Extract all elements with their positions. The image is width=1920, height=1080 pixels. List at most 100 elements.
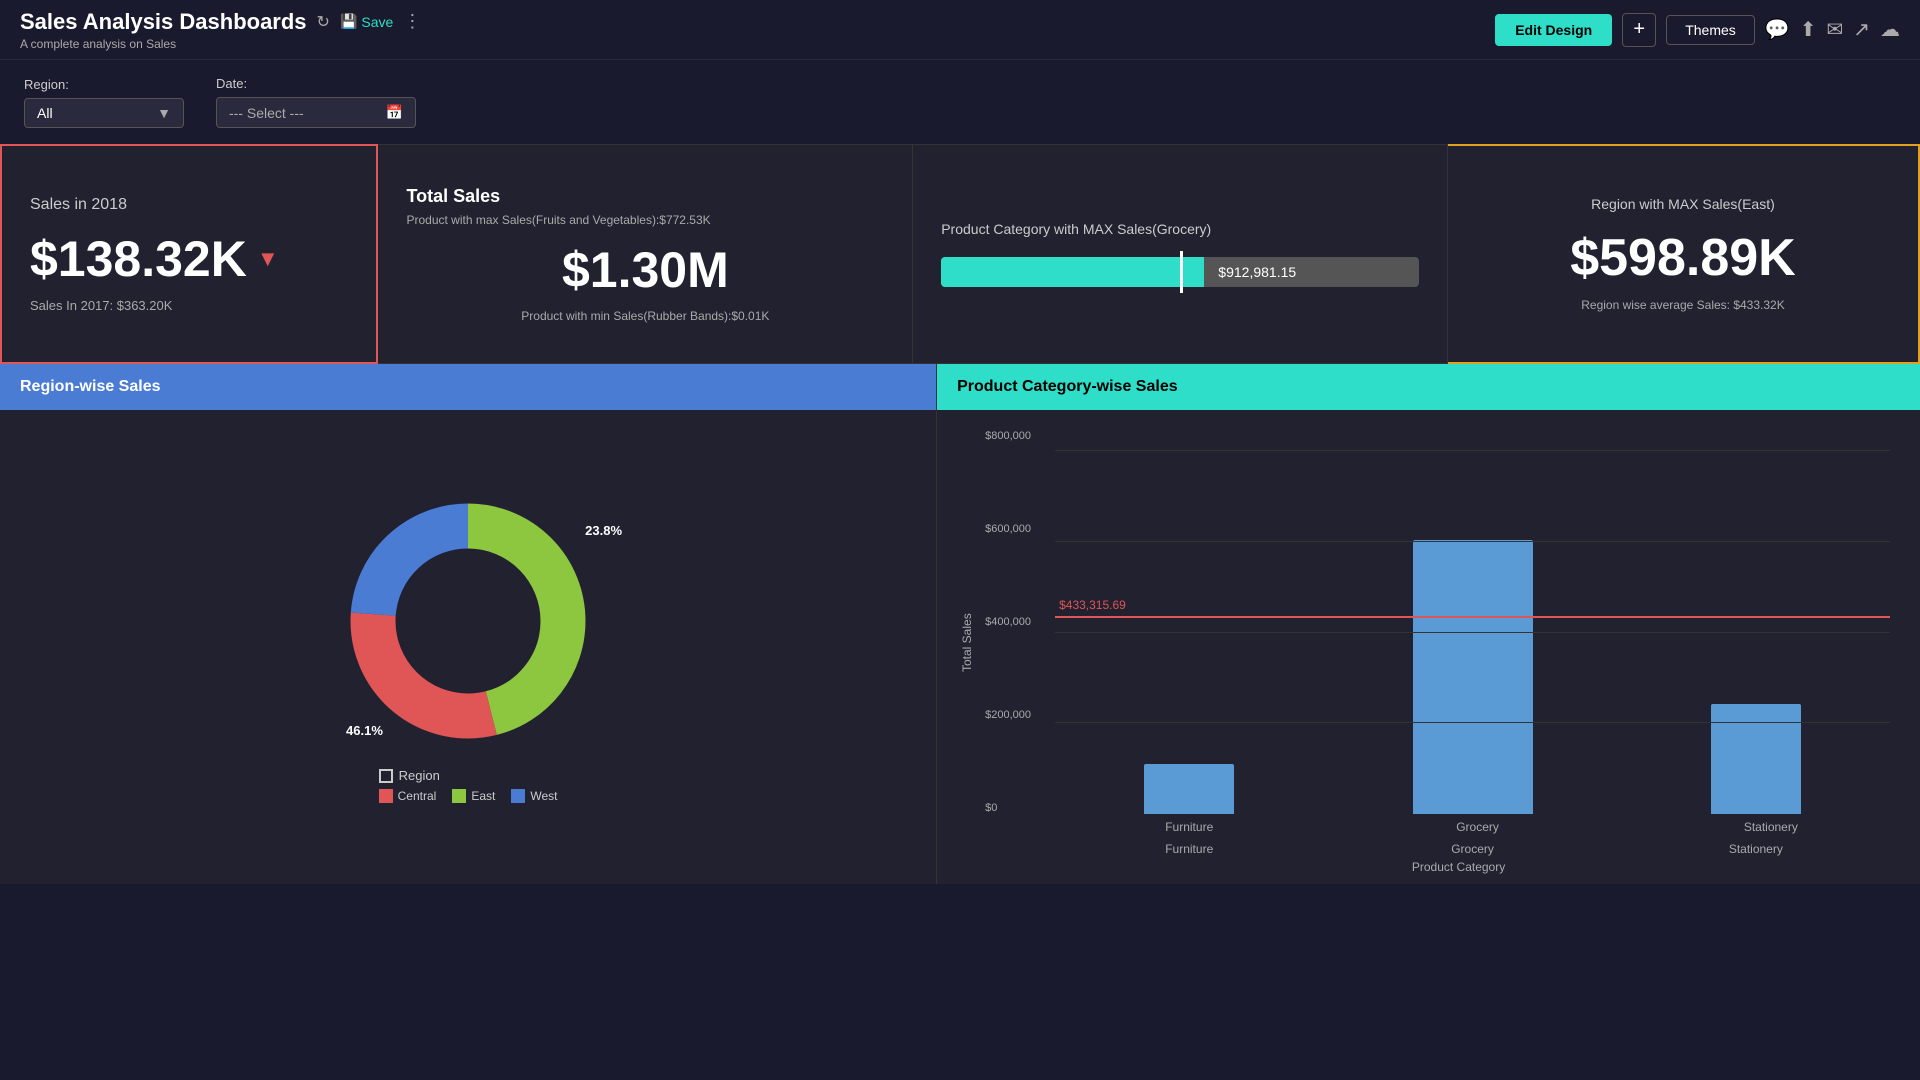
bars-container: $433,315.69 Furniture Grocery — [1055, 430, 1890, 838]
grid-line-800k — [1055, 450, 1890, 451]
kpi-region-max-sub: Region wise average Sales: $433.32K — [1476, 298, 1890, 312]
kpi-sales-2018-value-row: $138.32K ▼ — [30, 230, 348, 288]
kpi-sales-2018-title: Sales in 2018 — [30, 196, 348, 214]
bar-stationery-group: Stationery — [1711, 704, 1801, 814]
charts-row: Region-wise Sales 23.8% — [0, 364, 1920, 884]
bar-grocery-group: Grocery — [1413, 540, 1533, 814]
gauge-bar-container: $912,981.15 — [941, 257, 1419, 287]
refresh-button[interactable]: ↻ — [317, 12, 330, 32]
themes-button[interactable]: Themes — [1666, 15, 1755, 45]
bar-grocery — [1413, 540, 1533, 814]
donut-svg — [338, 491, 598, 751]
x-label-furniture-text: Furniture — [1144, 842, 1234, 856]
x-label-grocery-text: Grocery — [1413, 842, 1533, 856]
header: Sales Analysis Dashboards ↻ 💾 Save ⋮ A c… — [0, 0, 1920, 60]
chevron-down-icon: ▼ — [157, 105, 171, 121]
legend-central: Central — [379, 789, 437, 803]
kpi-region-max-value: $598.89K — [1476, 228, 1890, 288]
export-button[interactable]: ⬆ — [1800, 17, 1817, 42]
x-label-stationery-text: Stationery — [1711, 842, 1801, 856]
y-label-400k: $400,000 — [985, 616, 1055, 628]
grid-line-600k — [1055, 541, 1890, 542]
avg-line — [1055, 616, 1890, 618]
kpi-total-sales: Total Sales Product with max Sales(Fruit… — [378, 144, 913, 364]
edit-design-button[interactable]: Edit Design — [1495, 14, 1612, 46]
x-axis-labels: Furniture Grocery Stationery — [985, 838, 1890, 856]
save-button[interactable]: 💾 Save — [340, 13, 393, 30]
kpi-sales-2018: Sales in 2018 $138.32K ▼ Sales In 2017: … — [0, 144, 378, 364]
legend-checkbox-icon — [379, 769, 393, 783]
date-label: Date: — [216, 76, 416, 91]
y-labels: $0 $200,000 $400,000 $600,000 $800,000 — [985, 430, 1055, 838]
bar-stationery — [1711, 704, 1801, 814]
region-select[interactable]: All ▼ — [24, 98, 184, 128]
chart-legend: Region Central East West — [379, 768, 558, 803]
bar-furniture-group: Furniture — [1144, 764, 1234, 814]
y-label-600k: $600,000 — [985, 523, 1055, 535]
date-input[interactable]: --- Select --- 📅 — [216, 97, 416, 128]
legend-region-title: Region — [379, 768, 558, 783]
email-button[interactable]: ✉ — [1826, 17, 1843, 42]
share-button[interactable]: ↗ — [1853, 17, 1870, 42]
x-label-stationery: Stationery — [1744, 820, 1798, 834]
y-axis-label: Total Sales — [957, 430, 977, 856]
kpi-total-sales-min: Product with min Sales(Rubber Bands):$0.… — [406, 309, 884, 323]
region-wise-chart-header: Region-wise Sales — [0, 364, 936, 410]
filters-bar: Region: All ▼ Date: --- Select --- 📅 — [0, 60, 1920, 144]
trend-down-icon: ▼ — [257, 246, 279, 272]
gauge-value-label: $912,981.15 — [1218, 264, 1296, 280]
page-title: Sales Analysis Dashboards — [20, 9, 307, 35]
bar-chart-wrapper: Total Sales $0 $200,000 $400,000 $600,00… — [957, 430, 1890, 856]
y-label-200k: $200,000 — [985, 709, 1055, 721]
kpi-total-sales-max: Product with max Sales(Fruits and Vegeta… — [406, 213, 884, 227]
legend-east: East — [452, 789, 495, 803]
calendar-icon: 📅 — [386, 104, 403, 121]
kpi-sales-2018-value: $138.32K — [30, 230, 247, 288]
y-label-0: $0 — [985, 802, 1055, 814]
legend-west-icon — [511, 789, 525, 803]
more-options-button[interactable]: ⋮ — [403, 11, 421, 32]
legend-east-icon — [452, 789, 466, 803]
save-icon: 💾 — [340, 13, 357, 30]
kpi-total-sales-title: Total Sales — [406, 186, 884, 207]
chart-grid: $0 $200,000 $400,000 $600,000 $800,000 — [985, 430, 1890, 838]
kpi-product-category: Product Category with MAX Sales(Grocery)… — [913, 144, 1448, 364]
kpi-total-sales-value: $1.30M — [406, 241, 884, 299]
legend-items-row: Central East West — [379, 789, 558, 803]
kpi-region-max-title: Region with MAX Sales(East) — [1476, 196, 1890, 212]
product-category-chart-header: Product Category-wise Sales — [937, 364, 1920, 410]
product-category-chart-panel: Product Category-wise Sales Total Sales … — [937, 364, 1920, 884]
bar-chart-area: $0 $200,000 $400,000 $600,000 $800,000 — [985, 430, 1890, 856]
header-title-row: Sales Analysis Dashboards ↻ 💾 Save ⋮ — [20, 9, 1495, 35]
legend-central-icon — [379, 789, 393, 803]
avg-line-label: $433,315.69 — [1059, 598, 1126, 612]
region-wise-chart-panel: Region-wise Sales 23.8% — [0, 364, 937, 884]
date-filter-group: Date: --- Select --- 📅 — [216, 76, 416, 128]
donut-chart: 23.8% 46.1% — [338, 491, 598, 756]
header-subtitle: A complete analysis on Sales — [20, 37, 1495, 51]
kpi-row: Sales in 2018 $138.32K ▼ Sales In 2017: … — [0, 144, 1920, 364]
kpi-region-max: Region with MAX Sales(East) $598.89K Reg… — [1448, 144, 1920, 364]
bar-furniture — [1144, 764, 1234, 814]
comment-button[interactable]: 💬 — [1765, 17, 1790, 42]
gauge-bar-marker — [1180, 251, 1183, 293]
kpi-product-category-title: Product Category with MAX Sales(Grocery) — [941, 221, 1419, 237]
donut-label-west: 23.8% — [585, 523, 622, 538]
region-wise-chart-body: 23.8% 46.1% Region Central — [0, 410, 936, 884]
x-label-furniture: Furniture — [1165, 820, 1213, 834]
kpi-sales-2018-sub: Sales In 2017: $363.20K — [30, 298, 348, 313]
title-area: Sales Analysis Dashboards ↻ 💾 Save ⋮ A c… — [20, 9, 1495, 51]
y-label-800k: $800,000 — [985, 430, 1055, 442]
legend-west: West — [511, 789, 557, 803]
grid-line-200k — [1055, 722, 1890, 723]
region-filter-group: Region: All ▼ — [24, 77, 184, 128]
region-label: Region: — [24, 77, 184, 92]
header-actions: Edit Design + Themes 💬 ⬆ ✉ ↗ ☁ — [1495, 13, 1900, 47]
gauge-bar-fill — [941, 257, 1204, 287]
cloud-button[interactable]: ☁ — [1880, 17, 1900, 42]
x-label-grocery: Grocery — [1456, 820, 1499, 834]
grid-line-400k — [1055, 632, 1890, 633]
add-button[interactable]: + — [1622, 13, 1656, 47]
product-category-chart-body: Total Sales $0 $200,000 $400,000 $600,00… — [937, 410, 1920, 884]
x-axis-title: Product Category — [957, 860, 1890, 874]
